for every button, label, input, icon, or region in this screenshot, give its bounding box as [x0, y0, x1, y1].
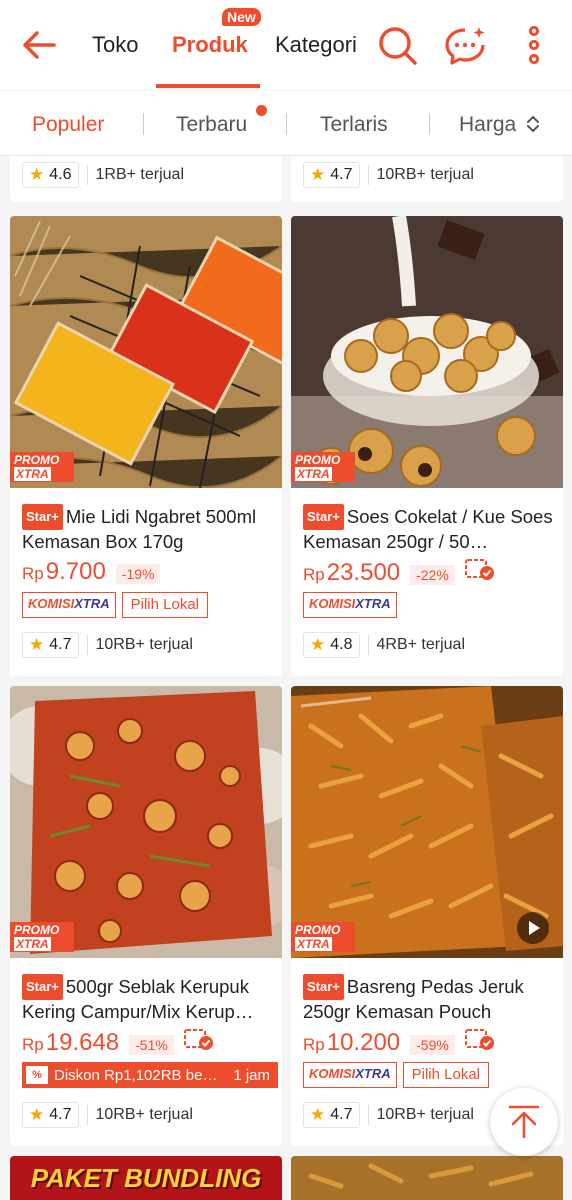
sort-bar: Populer Terbaru Terlaris Harga — [0, 90, 572, 156]
price-row: Rp 9.700 -19% — [22, 558, 161, 586]
discount-timer-banner: % Diskon Rp1,102RB be… 1 jam — [22, 1062, 278, 1088]
sort-harga[interactable]: Harga — [459, 113, 516, 137]
sold-count: 10RB+ terjual — [376, 1106, 474, 1123]
voucher-icon: % — [26, 1066, 48, 1084]
chat-icon[interactable] — [444, 24, 486, 66]
tab-produk[interactable]: Produk — [172, 32, 248, 58]
komisi-xtra-tag: KOMISIXTRA — [303, 592, 397, 618]
sort-terlaris[interactable]: Terlaris — [320, 113, 388, 137]
sold-count: 10RB+ terjual — [95, 1106, 193, 1123]
product-card-partial[interactable]: ★ 4.7 10RB+ terjual — [291, 156, 563, 202]
product-image[interactable]: PROMO XTRA — [291, 686, 563, 958]
rating-row: ★ 4.6 1RB+ terjual — [22, 162, 184, 188]
star-icon: ★ — [29, 1105, 45, 1124]
product-image[interactable]: PROMO XTRA — [10, 686, 282, 958]
sold-count: 1RB+ terjual — [95, 166, 185, 183]
product-card[interactable]: PROMO XTRA Star+ Mie Lidi Ngabret 500ml Ke… — [10, 216, 282, 676]
cod-check-icon — [464, 559, 494, 580]
sort-populer[interactable]: Populer — [32, 113, 104, 137]
product-card-partial[interactable] — [291, 1156, 563, 1200]
discount-badge: -51% — [129, 1035, 174, 1055]
price-row: Rp 10.200 -59% — [303, 1028, 495, 1057]
discount-badge: -19% — [115, 564, 161, 584]
product-price: 19.648 — [45, 1029, 120, 1056]
divider — [143, 113, 144, 135]
rating-row: ★ 4.7 10RB+ terjual — [22, 632, 193, 658]
banner-text: PAKET BUNDLING — [30, 1163, 262, 1193]
tab-toko[interactable]: Toko — [92, 32, 138, 58]
product-title: Star+ Soes Cokelat / Kue Soes Kemasan 250… — [303, 504, 553, 552]
search-icon[interactable] — [376, 24, 418, 66]
sold-count: 4RB+ terjual — [376, 636, 466, 653]
price-row: Rp 23.500 -22% — [303, 558, 495, 587]
new-dot-indicator — [256, 105, 267, 116]
rating-row: ★ 4.8 4RB+ terjual — [303, 632, 465, 658]
rating-box: ★ 4.7 — [303, 162, 360, 188]
sort-terbaru[interactable]: Terbaru — [176, 113, 247, 137]
back-to-top-button[interactable] — [490, 1088, 558, 1156]
product-price: 23.500 — [326, 559, 401, 586]
cod-check-icon — [183, 1029, 213, 1050]
pilih-lokal-tag: Pilih Lokal — [121, 592, 208, 618]
product-title: Star+ Basreng Pedas Jeruk 250gr Kemasan P… — [303, 974, 524, 1022]
star-plus-badge: Star+ — [303, 974, 344, 1000]
star-icon: ★ — [310, 1105, 326, 1124]
divider — [429, 113, 430, 135]
divider — [286, 113, 287, 135]
star-plus-badge: Star+ — [22, 974, 63, 1000]
star-icon: ★ — [29, 165, 45, 184]
komisi-xtra-tag: KOMISIXTRA — [303, 1062, 397, 1088]
sold-count: 10RB+ terjual — [95, 636, 193, 653]
rating-value: 4.7 — [330, 1106, 353, 1123]
product-price: 10.200 — [326, 1029, 401, 1056]
cod-check-icon — [464, 1029, 494, 1050]
product-price: 9.700 — [45, 558, 106, 585]
rating-value: 4.7 — [330, 166, 353, 183]
star-icon: ★ — [310, 635, 326, 654]
star-plus-badge: Star+ — [303, 504, 344, 530]
star-icon: ★ — [29, 635, 45, 654]
tab-kategori[interactable]: Kategori — [275, 32, 357, 58]
rating-row: ★ 4.7 10RB+ terjual — [303, 1102, 474, 1128]
tag-row: KOMISIXTRA Pilih Lokal — [22, 592, 208, 618]
star-icon: ★ — [310, 165, 326, 184]
product-image[interactable]: PROMO XTRA — [10, 216, 282, 488]
product-card[interactable]: PROMO XTRA Star+ 500gr Seblak Kerupuk Keri… — [10, 686, 282, 1146]
pilih-lokal-tag: Pilih Lokal — [402, 1062, 489, 1088]
product-title: Star+ Mie Lidi Ngabret 500ml Kemasan Box … — [22, 504, 257, 552]
rating-value: 4.7 — [49, 636, 72, 653]
discount-badge: -22% — [410, 565, 455, 585]
more-vertical-icon[interactable] — [513, 24, 555, 66]
promo-xtra-badge: PROMO XTRA — [291, 452, 355, 482]
back-arrow-icon[interactable] — [18, 24, 60, 66]
star-plus-badge: Star+ — [22, 504, 63, 530]
rating-value: 4.6 — [49, 166, 72, 183]
product-card-partial[interactable]: PAKET BUNDLING — [10, 1156, 282, 1200]
sort-updown-icon[interactable] — [526, 114, 540, 134]
sold-count: 10RB+ terjual — [376, 166, 474, 183]
top-bar: Toko Produk New Kategori — [0, 0, 572, 90]
rating-value: 4.8 — [330, 636, 353, 653]
product-image[interactable]: PROMO XTRA — [291, 216, 563, 488]
rating-row: ★ 4.7 10RB+ terjual — [22, 1102, 193, 1128]
rating-value: 4.7 — [49, 1106, 72, 1123]
promo-xtra-badge: PROMO XTRA — [10, 452, 74, 482]
discount-badge: -59% — [410, 1035, 455, 1055]
product-card-partial[interactable]: ★ 4.6 1RB+ terjual — [10, 156, 282, 202]
tag-row: KOMISIXTRA — [303, 592, 397, 618]
arrow-up-icon — [508, 1105, 540, 1139]
tag-row: KOMISIXTRA Pilih Lokal — [303, 1062, 489, 1088]
rating-row: ★ 4.7 10RB+ terjual — [303, 162, 474, 188]
video-play-icon[interactable] — [517, 912, 549, 944]
promo-xtra-badge: PROMO XTRA — [291, 922, 355, 952]
promo-xtra-badge: PROMO XTRA — [10, 922, 74, 952]
rating-box: ★ 4.6 — [22, 162, 79, 188]
price-row: Rp 19.648 -51% — [22, 1028, 214, 1057]
product-card[interactable]: PROMO XTRA Star+ Soes Cokelat / Kue Soes K… — [291, 216, 563, 676]
new-badge: New — [222, 8, 261, 26]
tab-active-indicator — [156, 84, 260, 88]
komisi-xtra-tag: KOMISIXTRA — [22, 592, 116, 618]
product-title: Star+ 500gr Seblak Kerupuk Kering Campur/… — [22, 974, 254, 1022]
product-card[interactable]: PROMO XTRA Star+ Basreng Pedas Jeruk 250gr… — [291, 686, 563, 1146]
